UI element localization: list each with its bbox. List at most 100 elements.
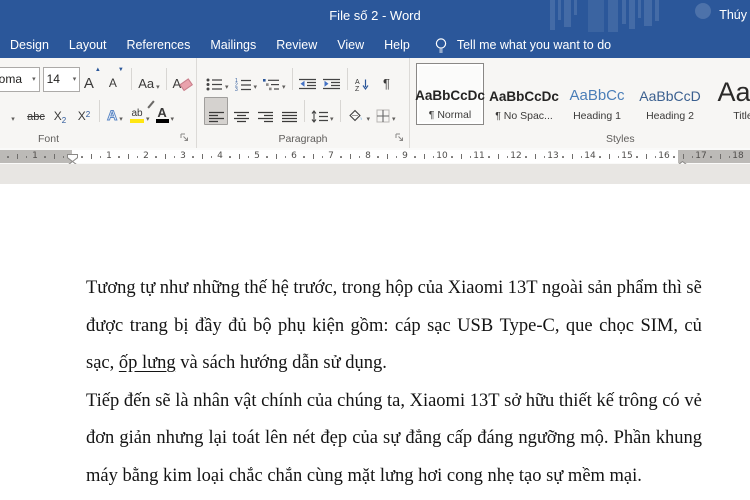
sort-icon: AZ xyxy=(355,79,369,91)
doc-line: Tương tự như những thế hệ trước, trong hộp của Xia… xyxy=(86,278,702,298)
style-normal[interactable]: AaBbCcDc ¶ Normal xyxy=(415,63,485,125)
text-effects-button[interactable]: A ▾ xyxy=(104,98,126,124)
multilevel-list-button[interactable]: ▾ xyxy=(261,66,288,92)
font-group: Roma▾ 14▾ A▲ A▼ Aa▾ A ▾ abc X2 X2 A▾ ab▾ xyxy=(0,58,195,148)
font-size-value: 14 xyxy=(46,72,60,86)
document-title: File số 2 - Word xyxy=(329,8,421,23)
increase-indent-button[interactable] xyxy=(321,66,343,92)
justify-icon xyxy=(281,111,297,123)
style-name: Heading 1 xyxy=(573,110,621,122)
chevron-down-icon: ▾ xyxy=(392,116,396,123)
align-right-button[interactable] xyxy=(254,98,276,124)
style-preview: AaBbCc xyxy=(569,87,625,104)
justify-button[interactable] xyxy=(278,98,300,124)
font-color-button[interactable]: A ▾ xyxy=(154,98,177,124)
grow-font-button[interactable]: A ▲ xyxy=(81,66,103,92)
align-left-icon xyxy=(208,111,224,123)
ruler-row: 1 1 2 3 4 5 6 7 8 9 10 11 12 13 14 15 16 17 18 xyxy=(0,148,750,164)
ribbon-tab-bar: Design Layout References Mailings Review… xyxy=(0,32,750,58)
underlined-text: ốp lưng xyxy=(118,353,176,373)
lightbulb-icon xyxy=(434,37,448,54)
doc-line: máy bằng kim loại chắc chắn cùng mặt lưn… xyxy=(86,465,642,486)
style-preview: AaBbCcDc xyxy=(489,89,559,104)
borders-button[interactable]: ▾ xyxy=(374,98,398,124)
style-heading-2[interactable]: AaBbCcD Heading 2 xyxy=(637,63,703,125)
chevron-down-icon: ▾ xyxy=(282,84,286,91)
font-name-select[interactable]: Roma ▾ xyxy=(0,66,40,92)
subscript-button[interactable]: X2 xyxy=(49,98,71,125)
style-name: Heading 2 xyxy=(646,110,694,122)
underline-dropdown-button[interactable]: ▾ xyxy=(1,98,23,124)
font-size-select[interactable]: 14 ▾ xyxy=(42,66,81,92)
separator xyxy=(346,68,348,90)
document-page[interactable]: Tương tự như những thế hệ trước, trong hộp của Xia… xyxy=(0,184,750,500)
increase-indent-icon xyxy=(323,78,341,90)
separator xyxy=(99,100,100,122)
doc-line: sạc, ốp lưng và sách hướng dẫn sử dụng. xyxy=(86,353,387,373)
style-preview: AaBbCcDc xyxy=(415,88,485,103)
document-text: Tương tự như những thế hệ trước, trong hộp của Xia… xyxy=(86,270,702,495)
tell-me-box[interactable]: Tell me what you want to do xyxy=(434,37,611,54)
separator xyxy=(339,100,341,122)
paragraph-dialog-launcher[interactable] xyxy=(395,131,404,145)
doc-line: đơn giản nhưng lại toát lên nét đẹp của sự đẳng cấp… xyxy=(86,428,702,448)
style-title[interactable]: AaB Title xyxy=(710,63,750,125)
tab-help[interactable]: Help xyxy=(374,32,420,58)
font-color-icon: A xyxy=(155,106,169,123)
font-name-value: Roma xyxy=(0,72,23,86)
ribbon: Roma▾ 14▾ A▲ A▼ Aa▾ A ▾ abc X2 X2 A▾ ab▾ xyxy=(0,58,750,149)
strikethrough-button[interactable]: abc xyxy=(25,98,47,124)
tab-layout[interactable]: Layout xyxy=(59,32,117,58)
svg-text:3: 3 xyxy=(235,87,238,91)
style-preview: AaBbCcD xyxy=(639,88,701,104)
highlighter-icon: ab xyxy=(130,109,144,123)
font-dialog-launcher[interactable] xyxy=(180,131,189,145)
chevron-down-icon: ▾ xyxy=(32,76,36,83)
account-user-name[interactable]: Thúy xyxy=(719,8,747,22)
superscript-button[interactable]: X2 xyxy=(73,98,95,124)
chevron-down-icon: ▾ xyxy=(146,116,150,123)
decrease-indent-button[interactable] xyxy=(297,66,319,92)
text-highlight-button[interactable]: ab ▾ xyxy=(128,98,155,124)
show-hide-pilcrow-button[interactable]: ¶ xyxy=(376,66,398,92)
bullets-button[interactable]: ▾ xyxy=(204,66,231,92)
chevron-down-icon: ▾ xyxy=(170,116,175,123)
paint-bucket-icon xyxy=(348,109,362,122)
separator xyxy=(304,100,305,122)
change-case-button[interactable]: Aa ▾ xyxy=(136,66,161,92)
tab-design[interactable]: Design xyxy=(0,32,59,58)
shading-button[interactable]: ▾ xyxy=(345,98,373,124)
style-name: ¶ No Spac... xyxy=(495,110,553,122)
style-name: Title xyxy=(733,110,750,122)
document-background xyxy=(0,164,750,185)
styles-gallery: AaBbCcDc ¶ Normal AaBbCcDc ¶ No Spac... … xyxy=(415,63,750,125)
borders-icon xyxy=(376,109,390,123)
chevron-down-icon: ▾ xyxy=(366,116,371,123)
ruler[interactable]: 1 1 2 3 4 5 6 7 8 9 10 11 12 13 14 15 16 17 18 xyxy=(0,150,750,163)
align-center-icon xyxy=(233,111,249,123)
align-center-button[interactable] xyxy=(230,98,252,124)
shrink-font-arrow-icon: ▼ xyxy=(117,67,124,73)
paragraph-group-label: Paragraph xyxy=(278,133,328,145)
align-left-button[interactable] xyxy=(204,97,228,125)
tab-view[interactable]: View xyxy=(327,32,374,58)
tab-mailings[interactable]: Mailings xyxy=(200,32,266,58)
shrink-font-button[interactable]: A ▼ xyxy=(105,66,127,92)
styles-group-label: Styles xyxy=(606,133,635,145)
style-preview: AaB xyxy=(717,77,750,107)
style-heading-1[interactable]: AaBbCc Heading 1 xyxy=(564,63,630,125)
chevron-down-icon: ▾ xyxy=(156,84,160,91)
tab-review[interactable]: Review xyxy=(266,32,327,58)
tab-references[interactable]: References xyxy=(116,32,200,58)
sort-button[interactable]: AZ xyxy=(352,66,374,92)
font-group-label: Font xyxy=(38,133,60,145)
clear-formatting-button[interactable]: A xyxy=(171,66,194,92)
doc-line: Tiếp đến sẽ là nhân vật chính của chúng ta, Xiaomi… xyxy=(86,390,702,411)
line-spacing-button[interactable]: ▾ xyxy=(309,98,336,124)
chevron-down-icon: ▾ xyxy=(72,76,77,83)
chevron-down-icon: ▾ xyxy=(225,84,229,91)
chevron-down-icon: ▾ xyxy=(330,116,334,123)
style-no-spacing[interactable]: AaBbCcDc ¶ No Spac... xyxy=(489,63,559,125)
svg-text:A: A xyxy=(355,79,360,86)
numbering-button[interactable]: 123 ▾ xyxy=(233,66,260,92)
